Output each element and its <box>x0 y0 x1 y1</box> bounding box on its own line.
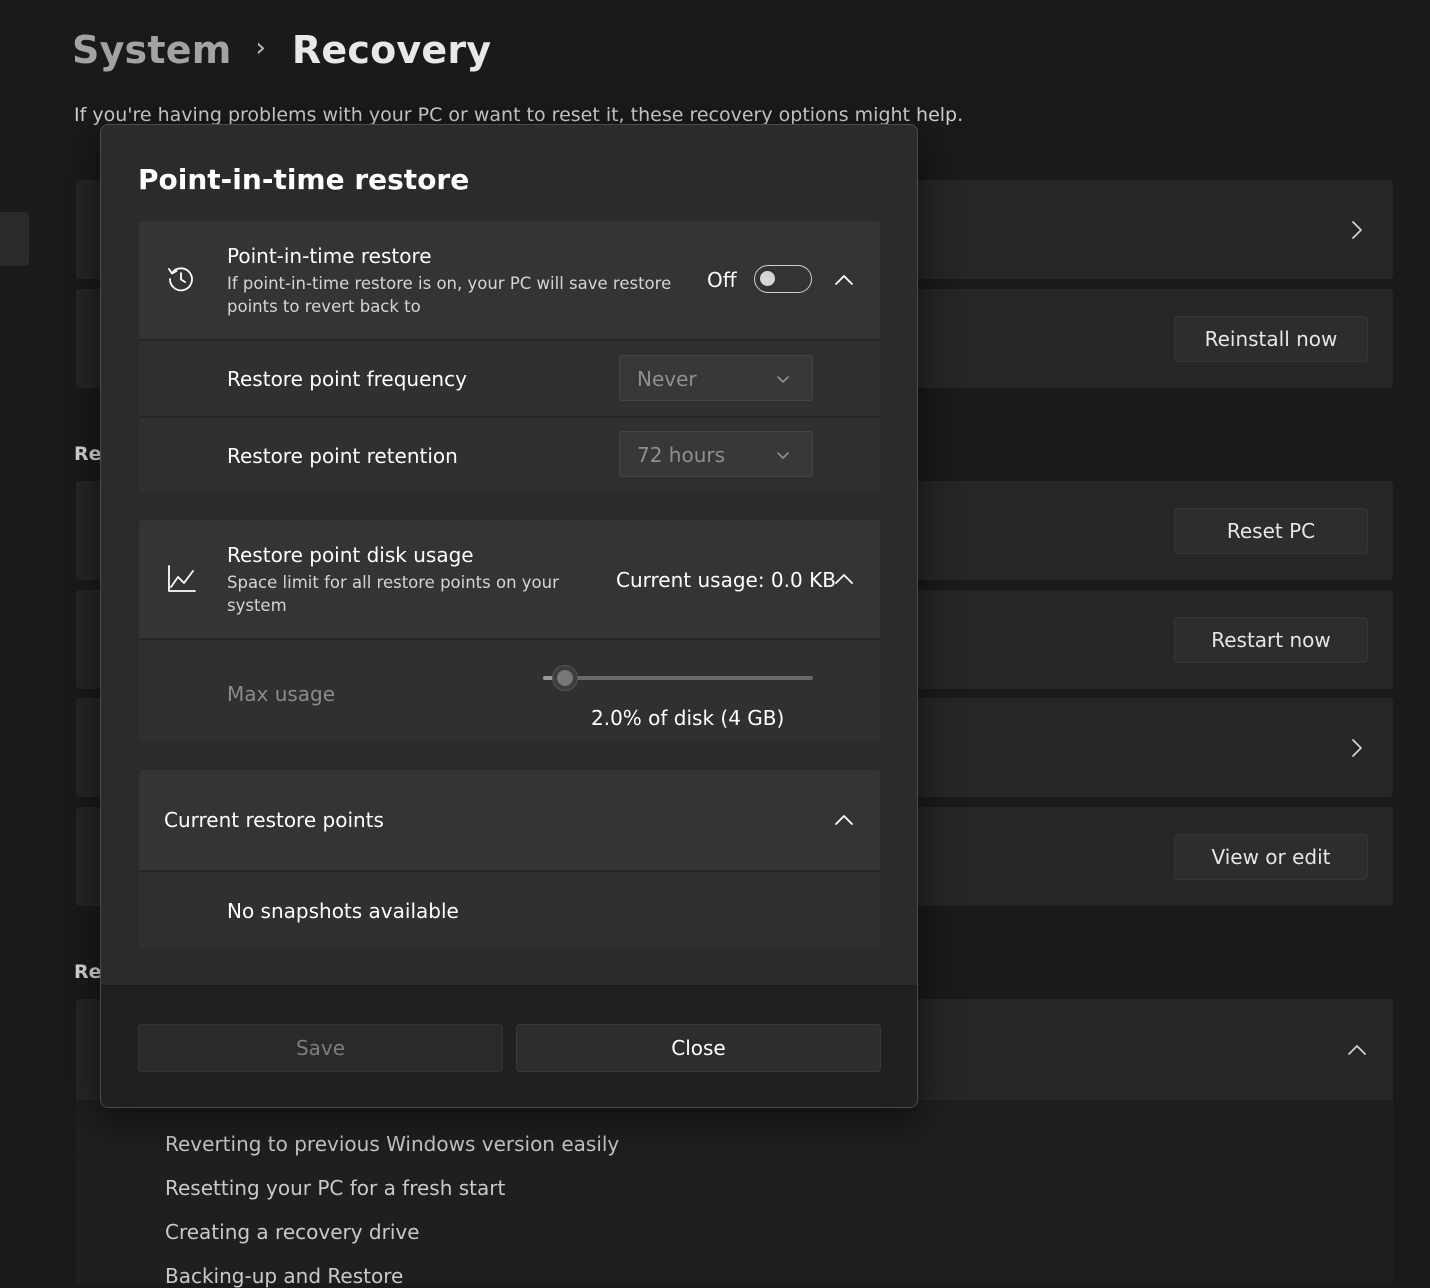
disk-usage-description: Space limit for all restore points on yo… <box>227 573 559 615</box>
restore-toggle[interactable] <box>754 265 812 293</box>
breadcrumb: System › Recovery <box>72 22 491 78</box>
no-snapshots-text: No snapshots available <box>227 899 459 923</box>
toggle-state-label: Off <box>707 268 737 292</box>
frequency-label: Restore point frequency <box>227 367 467 391</box>
max-usage-row: Max usage 2.0% of disk (4 GB) <box>139 640 880 743</box>
help-link[interactable]: Creating a recovery drive <box>165 1220 420 1244</box>
close-button[interactable]: Close <box>516 1024 881 1072</box>
save-button[interactable]: Save <box>138 1024 503 1072</box>
chevron-right-icon <box>1344 735 1370 761</box>
reinstall-now-button[interactable]: Reinstall now <box>1174 316 1368 362</box>
section-heading: Re <box>74 443 102 465</box>
restore-description: If point-in-time restore is on, your PC … <box>227 274 672 316</box>
page-subtitle: If you're having problems with your PC o… <box>74 104 964 126</box>
chevron-right-icon <box>1344 217 1370 243</box>
restore-settings-group: Point-in-time restore If point-in-time r… <box>139 221 880 493</box>
frequency-dropdown[interactable]: Never <box>619 355 813 401</box>
breadcrumb-system[interactable]: System <box>72 28 232 72</box>
history-icon <box>165 263 197 295</box>
restart-now-button[interactable]: Restart now <box>1174 617 1368 663</box>
chevron-up-icon[interactable] <box>832 268 856 292</box>
chevron-up-icon[interactable] <box>832 567 856 591</box>
slider-thumb[interactable] <box>551 665 578 691</box>
page-title: Recovery <box>291 28 492 72</box>
no-snapshots-row: No snapshots available <box>139 872 880 948</box>
retention-value: 72 hours <box>637 443 726 467</box>
help-link[interactable]: Reverting to previous Windows version ea… <box>165 1132 619 1156</box>
retention-dropdown[interactable]: 72 hours <box>619 431 813 477</box>
current-usage: Current usage: 0.0 KB <box>616 568 836 592</box>
view-or-edit-button[interactable]: View or edit <box>1174 834 1368 880</box>
retention-row: Restore point retention 72 hours <box>139 418 880 493</box>
dialog-title: Point-in-time restore <box>138 163 470 196</box>
point-in-time-restore-dialog: Point-in-time restore Point-in-time rest… <box>100 124 918 1108</box>
chart-line-icon <box>165 563 197 595</box>
max-usage-slider[interactable] <box>543 665 813 691</box>
retention-label: Restore point retention <box>227 444 458 468</box>
restore-points-header[interactable]: Current restore points <box>139 770 880 870</box>
slider-value-text: 2.0% of disk (4 GB) <box>591 706 785 730</box>
disk-usage-row[interactable]: Restore point disk usage Space limit for… <box>139 520 880 638</box>
restore-toggle-row[interactable]: Point-in-time restore If point-in-time r… <box>139 221 880 339</box>
restore-title: Point-in-time restore <box>227 244 432 268</box>
disk-usage-title: Restore point disk usage <box>227 543 474 567</box>
section-heading: Re <box>74 961 102 983</box>
sidebar-edge <box>0 212 29 266</box>
chevron-down-icon <box>774 446 792 464</box>
breadcrumb-separator: › <box>255 33 266 63</box>
disk-usage-group: Restore point disk usage Space limit for… <box>139 520 880 743</box>
restore-points-group: Current restore points No snapshots avai… <box>139 770 880 948</box>
chevron-up-icon[interactable] <box>832 808 856 832</box>
slider-thumb-inner <box>556 670 573 686</box>
restore-points-title: Current restore points <box>164 808 384 832</box>
dialog-footer: Save Close <box>101 985 917 1107</box>
frequency-row: Restore point frequency Never <box>139 341 880 416</box>
toggle-knob <box>760 271 775 286</box>
help-link[interactable]: Backing-up and Restore <box>165 1264 403 1288</box>
help-link[interactable]: Resetting your PC for a fresh start <box>165 1176 505 1200</box>
frequency-value: Never <box>637 367 697 391</box>
chevron-down-icon <box>774 370 792 388</box>
max-usage-label: Max usage <box>227 682 336 706</box>
chevron-up-icon <box>1344 1037 1370 1063</box>
reset-pc-button[interactable]: Reset PC <box>1174 508 1368 554</box>
